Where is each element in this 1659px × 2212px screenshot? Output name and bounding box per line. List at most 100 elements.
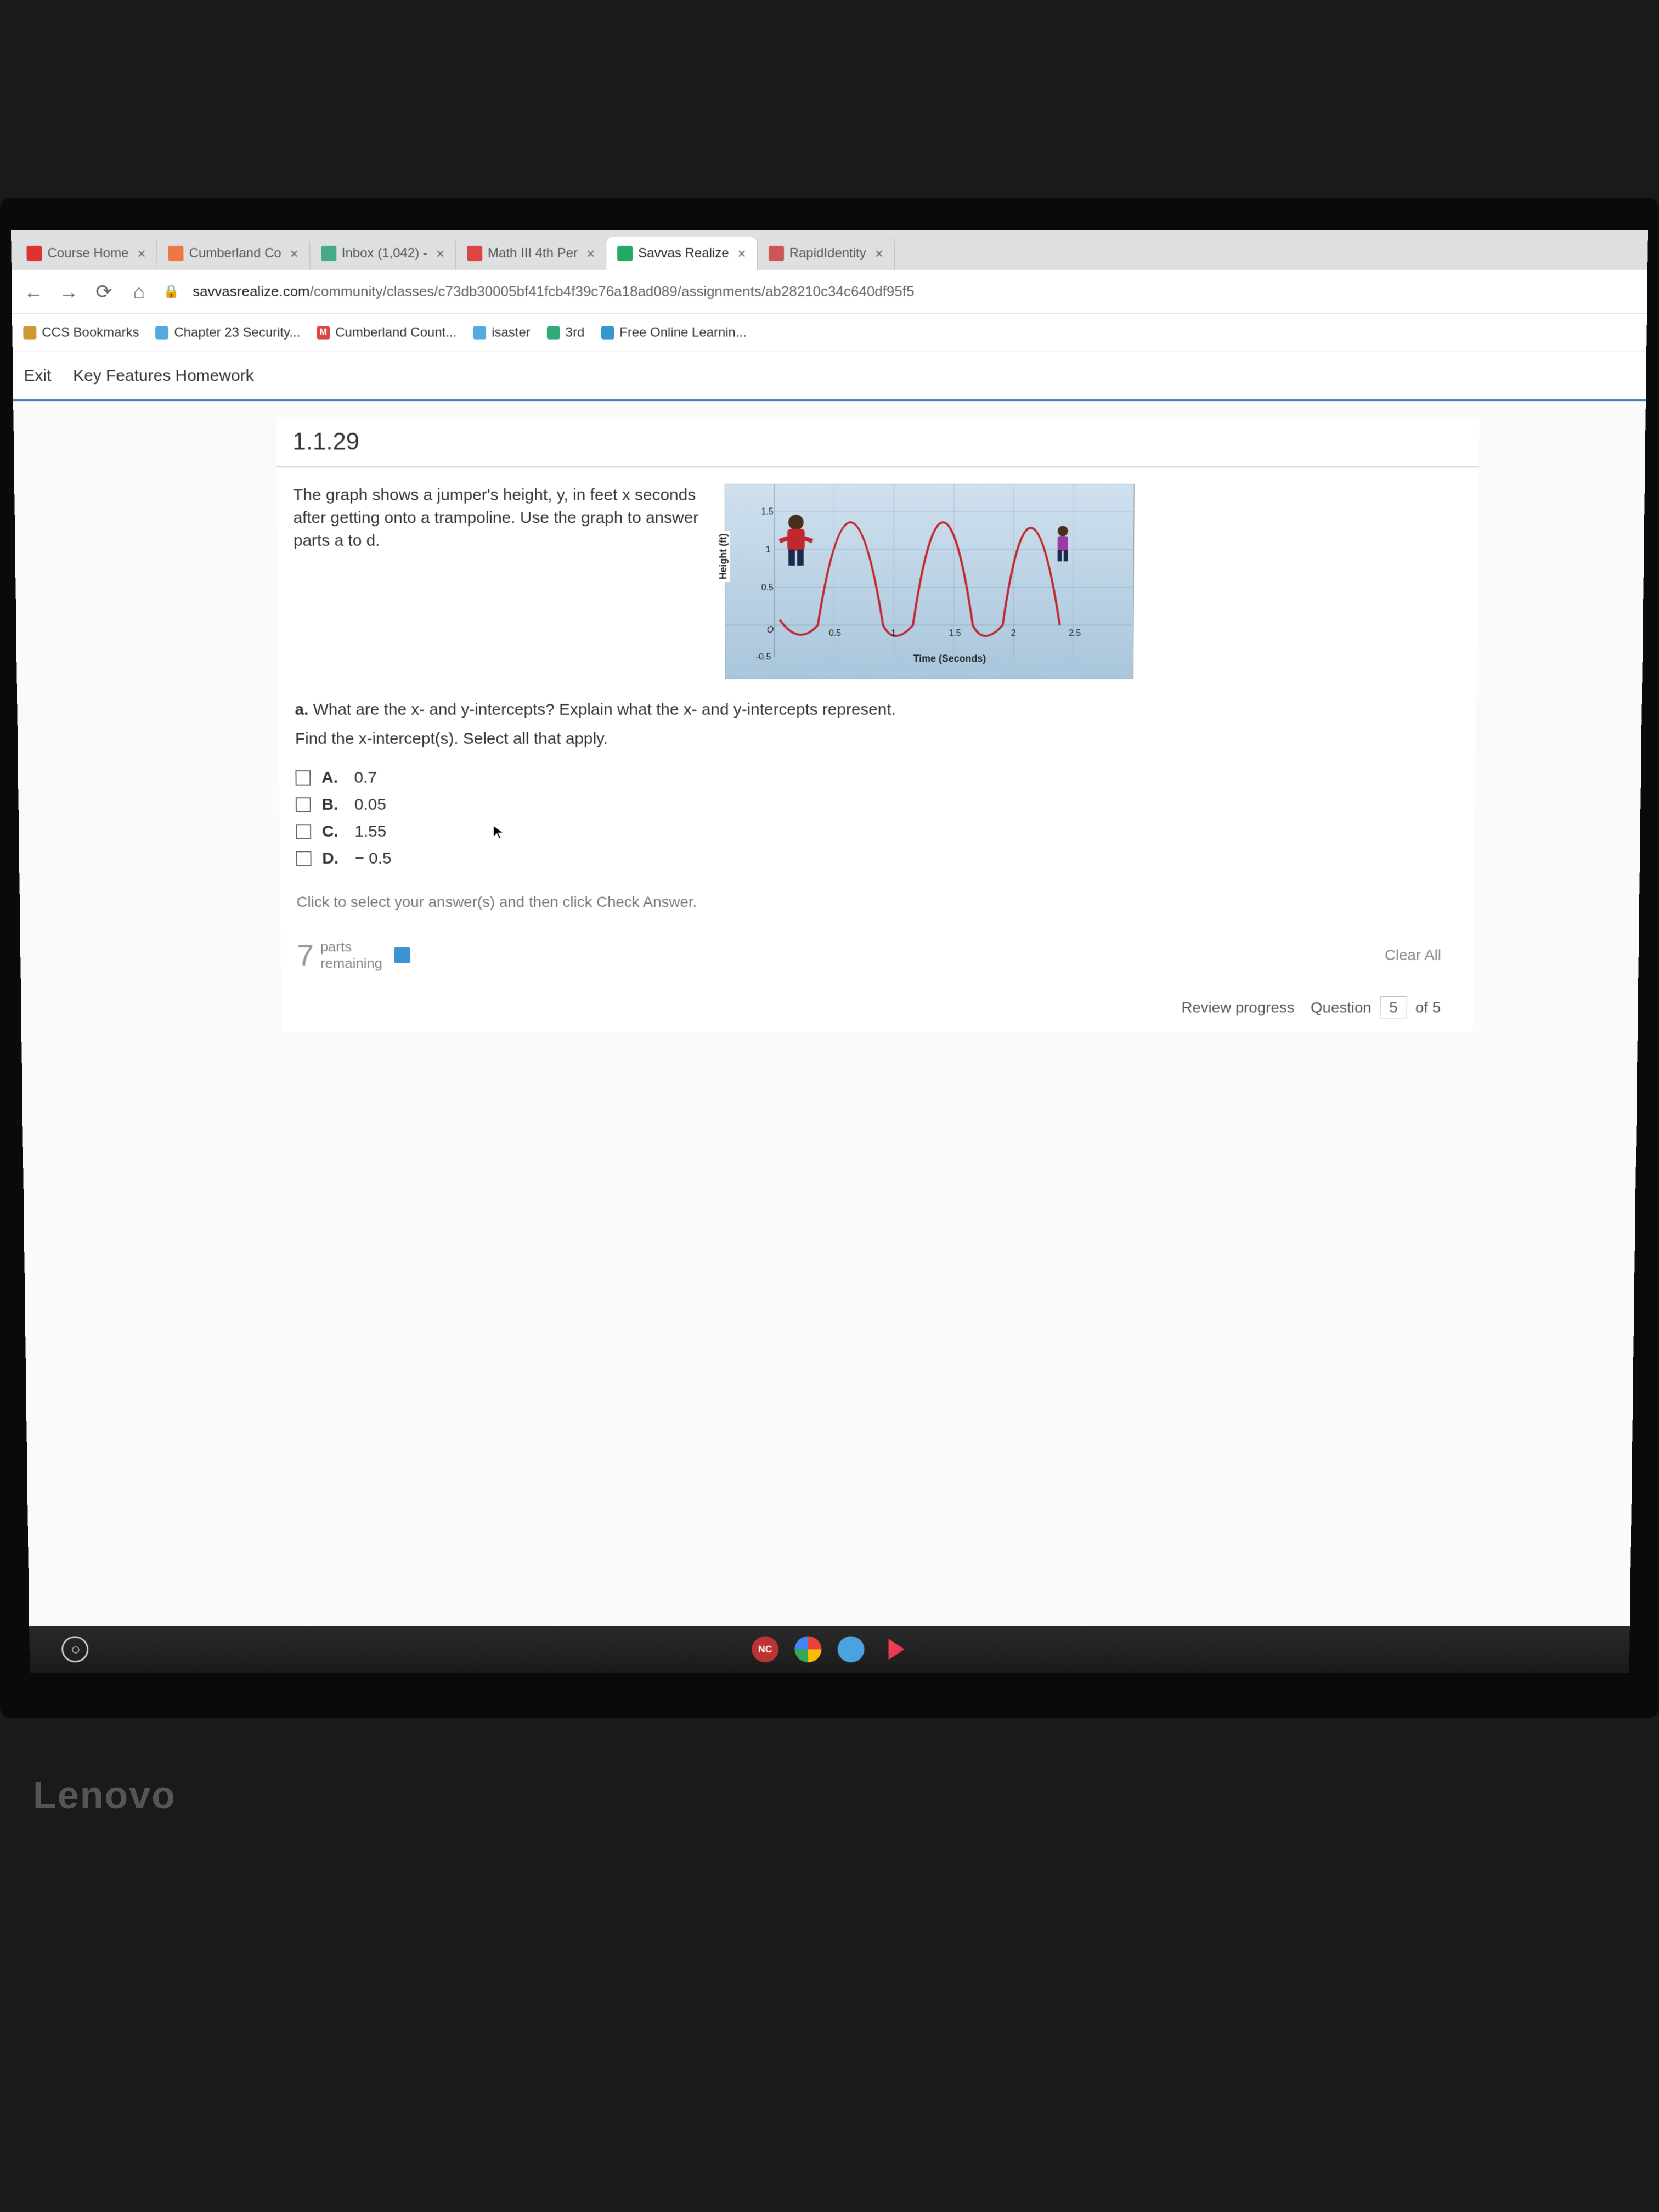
bookmark-label: Free Online Learnin... [619,325,747,340]
graph-x-axis-label: Time (Seconds) [913,653,986,665]
problem-number: 1.1.29 [276,417,1479,467]
checkbox[interactable] [296,851,312,866]
checkbox[interactable] [296,797,311,812]
back-button[interactable]: ← [22,280,44,303]
option-value: 0.7 [354,769,377,787]
graph-y-axis-label: Height (ft) [716,531,730,582]
option-letter: C. [322,822,344,840]
taskbar-app-chrome[interactable] [794,1636,821,1662]
bookmark-item[interactable]: Chapter 23 Security... [155,325,300,340]
bookmark-favicon [601,326,614,339]
answer-option[interactable]: A. 0.7 [295,764,1459,791]
part-a-label: a. [295,701,308,718]
browser-tab[interactable]: Inbox (1,042) - × [310,237,456,270]
tab-label: Savvas Realize [638,246,729,261]
browser-tab[interactable]: Course Home × [15,237,157,270]
answer-instruction: Click to select your answer(s) and then … [296,894,1458,911]
bookmark-label: Chapter 23 Security... [174,325,300,340]
bookmark-label: isaster [492,325,531,340]
browser-tab-strip: Course Home×Cumberland Co×Inbox (1,042) … [11,230,1648,270]
bookmark-favicon [473,326,486,339]
graph-x-tick: 0.5 [829,629,841,639]
problem-card: 1.1.29 The graph shows a jumper's height… [276,417,1479,1032]
reload-button[interactable]: ⟳ [93,280,115,303]
bookmark-favicon: M [317,326,330,339]
tab-favicon [26,246,42,261]
bookmark-label: 3rd [566,325,585,340]
bookmark-item[interactable]: M Cumberland Count... [317,325,456,340]
tab-favicon [769,246,784,261]
tab-close-icon[interactable]: × [738,245,746,262]
answer-options: A. 0.7 B.0.05 C. 1.55 D. − 0.5 [295,764,1459,872]
bookmark-favicon [23,326,36,339]
bookmark-item[interactable]: isaster [473,325,531,340]
screen: Course Home×Cumberland Co×Inbox (1,042) … [11,230,1648,1673]
graph-x-tick: 1.5 [949,629,961,639]
launcher-button[interactable]: ○ [61,1636,88,1662]
option-value: − 0.5 [355,849,392,867]
parts-label-bottom: remaining [320,955,382,972]
tab-label: Inbox (1,042) - [342,246,427,261]
bookmark-item[interactable]: 3rd [547,325,585,340]
taskbar-app-nc[interactable]: NC [752,1636,778,1662]
bookmarks-bar: CCS Bookmarks Chapter 23 Security... M Cumb… [12,314,1647,352]
option-letter: A. [321,769,343,787]
tab-label: Math III 4th Per [488,246,578,261]
option-letter: D. [322,849,344,867]
answer-option[interactable]: D. − 0.5 [296,845,1459,872]
taskbar-app-docs[interactable] [838,1636,865,1662]
clear-all-button[interactable]: Clear All [1385,946,1441,963]
tab-close-icon[interactable]: × [875,245,883,262]
bookmark-item[interactable]: Free Online Learnin... [601,325,747,340]
parts-remaining-number: 7 [297,938,314,972]
tab-close-icon[interactable]: × [586,245,595,262]
os-taskbar: ○ NC [29,1626,1630,1673]
bookmark-favicon [547,326,560,339]
checkbox[interactable] [296,824,311,839]
tab-favicon [617,246,633,261]
problem-graph: Height (ft) Time (Seconds) 1.5 1 0.5 -0.… [725,484,1135,679]
home-button[interactable]: ⌂ [128,280,150,303]
bookmark-item[interactable]: CCS Bookmarks [23,325,139,340]
tab-favicon [321,246,336,261]
address-bar[interactable]: savvasrealize.com/community/classes/c73d… [193,283,915,300]
tab-label: RapidIdentity [789,246,866,261]
lock-icon: 🔒 [163,284,179,300]
answer-option[interactable]: C. 1.55 [296,819,1459,845]
browser-tab[interactable]: Math III 4th Per × [456,237,606,270]
url-host: savvasrealize.com [193,283,310,300]
review-progress-button[interactable]: Review progress [1181,999,1294,1016]
parts-remaining: 7 parts remaining [297,938,410,972]
forward-button[interactable]: → [58,280,80,303]
laptop-brand: Lenovo [33,1773,176,1817]
tab-close-icon[interactable]: × [436,245,444,262]
part-a-question: a. What are the x- and y-intercepts? Exp… [295,701,1460,719]
option-value: 1.55 [354,822,386,840]
problem-prompt: The graph shows a jumper's height, y, in… [293,484,708,552]
graph-y-tick: 1 [766,545,771,555]
tab-close-icon[interactable]: × [137,245,146,262]
browser-tab[interactable]: Savvas Realize × [606,237,758,270]
question-number: 5 [1380,996,1407,1018]
taskbar-app-play[interactable] [881,1636,907,1662]
tab-favicon [168,246,184,261]
graph-x-tick: 2.5 [1069,629,1081,639]
checkbox[interactable] [295,770,311,786]
exit-button[interactable]: Exit [24,366,51,385]
app-header: Exit Key Features Homework [13,352,1646,401]
graph-y-tick: 1.5 [761,507,774,517]
browser-tab[interactable]: RapidIdentity × [758,237,895,270]
assignment-title: Key Features Homework [73,366,254,385]
option-value: 0.05 [354,795,386,814]
bookmark-label: CCS Bookmarks [42,325,139,340]
question-label: Question [1311,999,1372,1015]
bookmark-label: Cumberland Count... [335,325,456,340]
tab-close-icon[interactable]: × [290,245,298,262]
browser-tab[interactable]: Cumberland Co× [157,237,310,270]
tab-label: Course Home [47,246,128,261]
answer-option[interactable]: B.0.05 [296,791,1459,818]
bookmark-favicon [155,326,168,339]
sub-question: Find the x-intercept(s). Select all that… [295,730,1460,748]
graph-origin: O [767,625,774,635]
part-a-text: What are the x- and y-intercepts? Explai… [313,701,896,718]
